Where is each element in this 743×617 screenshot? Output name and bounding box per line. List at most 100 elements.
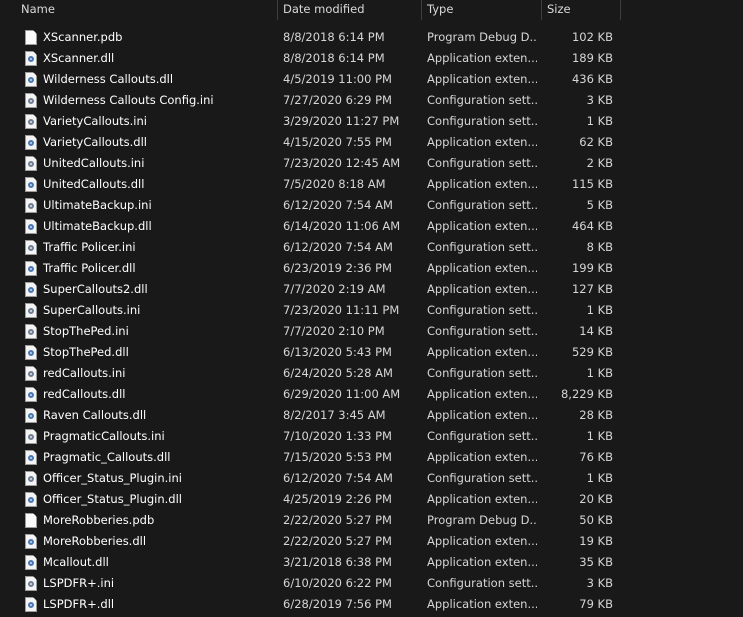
file-name: Traffic Policer.dll bbox=[43, 261, 136, 275]
file-name: MoreRobberies.dll bbox=[43, 534, 147, 548]
file-row[interactable]: MoreRobberies.dll 2/22/2020 5:27 PM Applic… bbox=[0, 531, 743, 552]
file-size: 1 KB bbox=[586, 429, 613, 443]
file-size: 76 KB bbox=[579, 450, 613, 464]
file-icon-cell bbox=[25, 342, 39, 363]
dll-file-icon bbox=[25, 534, 37, 549]
pdb-file-icon bbox=[25, 513, 37, 528]
file-row[interactable]: redCallouts.dll 6/29/2020 11:00 AM Applica… bbox=[0, 384, 743, 405]
file-size: 1 KB bbox=[586, 303, 613, 317]
file-row[interactable]: StopThePed.dll 6/13/2020 5:43 PM Applicati… bbox=[0, 342, 743, 363]
file-row[interactable]: SuperCallouts.ini 7/23/2020 11:11 PM Confi… bbox=[0, 300, 743, 321]
file-name: redCallouts.dll bbox=[43, 387, 126, 401]
file-row[interactable]: XScanner.dll 8/8/2018 6:14 PM Application … bbox=[0, 48, 743, 69]
file-row[interactable]: Wilderness Callouts Config.ini 7/27/2020 … bbox=[0, 90, 743, 111]
file-row[interactable]: SuperCallouts2.dll 7/7/2020 2:19 AM Applic… bbox=[0, 279, 743, 300]
dll-file-icon bbox=[25, 387, 37, 402]
column-header-size[interactable]: Size bbox=[541, 0, 621, 20]
file-date-modified: 6/12/2020 7:54 AM bbox=[283, 471, 393, 485]
ini-file-icon bbox=[25, 366, 37, 381]
column-resize-handle[interactable] bbox=[620, 0, 621, 20]
file-icon-cell bbox=[25, 489, 39, 510]
file-size: 50 KB bbox=[579, 513, 613, 527]
file-size: 529 KB bbox=[571, 345, 613, 359]
dll-file-icon bbox=[25, 450, 37, 465]
file-name: Wilderness Callouts Config.ini bbox=[43, 93, 214, 107]
ini-file-icon bbox=[25, 93, 37, 108]
file-size: 19 KB bbox=[579, 534, 613, 548]
file-row[interactable]: VarietyCallouts.ini 3/29/2020 11:27 PM Con… bbox=[0, 111, 743, 132]
file-row[interactable]: UltimateBackup.dll 6/14/2020 11:06 AM Appl… bbox=[0, 216, 743, 237]
dll-file-icon bbox=[25, 135, 37, 150]
dll-file-icon bbox=[25, 555, 37, 570]
file-date-modified: 6/13/2020 5:43 PM bbox=[283, 345, 392, 359]
dll-file-icon bbox=[25, 261, 37, 276]
file-size: 199 KB bbox=[571, 261, 613, 275]
file-name: PragmaticCallouts.ini bbox=[43, 429, 165, 443]
file-row[interactable]: UltimateBackup.ini 6/12/2020 7:54 AM Confi… bbox=[0, 195, 743, 216]
file-icon-cell bbox=[25, 237, 39, 258]
file-date-modified: 8/2/2017 3:45 AM bbox=[283, 408, 386, 422]
file-type: Application exten... bbox=[427, 555, 537, 569]
file-size: 2 KB bbox=[586, 156, 613, 170]
pdb-file-icon bbox=[25, 30, 37, 45]
file-name: SuperCallouts2.dll bbox=[43, 282, 148, 296]
file-date-modified: 6/10/2020 6:22 PM bbox=[283, 576, 392, 590]
file-row[interactable]: Officer_Status_Plugin.ini 6/12/2020 7:54 … bbox=[0, 468, 743, 489]
file-type: Application exten... bbox=[427, 261, 537, 275]
dll-file-icon bbox=[25, 408, 37, 423]
file-row[interactable]: Traffic Policer.dll 6/23/2019 2:36 PM Appl… bbox=[0, 258, 743, 279]
file-type: Application exten... bbox=[427, 135, 537, 149]
file-icon-cell bbox=[25, 594, 39, 615]
file-icon-cell bbox=[25, 27, 39, 48]
file-row[interactable]: Traffic Policer.ini 6/12/2020 7:54 AM Conf… bbox=[0, 237, 743, 258]
column-header-date-modified[interactable]: Date modified bbox=[277, 0, 421, 20]
file-row[interactable]: Wilderness Callouts.dll 4/5/2019 11:00 PM… bbox=[0, 69, 743, 90]
file-type: Application exten... bbox=[427, 387, 537, 401]
file-icon-cell bbox=[25, 111, 39, 132]
file-date-modified: 3/29/2020 11:27 PM bbox=[283, 114, 400, 128]
file-icon-cell bbox=[25, 132, 39, 153]
file-size: 1 KB bbox=[586, 366, 613, 380]
file-icon-cell bbox=[25, 321, 39, 342]
dll-file-icon bbox=[25, 345, 37, 360]
file-row[interactable]: LSPDFR+.ini 6/10/2020 6:22 PM Configuratio… bbox=[0, 573, 743, 594]
file-row[interactable]: UnitedCallouts.ini 7/23/2020 12:45 AM Conf… bbox=[0, 153, 743, 174]
file-icon-cell bbox=[25, 195, 39, 216]
file-date-modified: 2/22/2020 5:27 PM bbox=[283, 534, 392, 548]
file-row[interactable]: Raven Callouts.dll 8/2/2017 3:45 AM Applic… bbox=[0, 405, 743, 426]
file-row[interactable]: UnitedCallouts.dll 7/5/2020 8:18 AM Applic… bbox=[0, 174, 743, 195]
file-row[interactable]: Officer_Status_Plugin.dll 4/25/2019 2:26 … bbox=[0, 489, 743, 510]
file-row[interactable]: StopThePed.ini 7/7/2020 2:10 PM Configurat… bbox=[0, 321, 743, 342]
file-icon-cell bbox=[25, 531, 39, 552]
file-row[interactable]: VarietyCallouts.dll 4/15/2020 7:55 PM Appl… bbox=[0, 132, 743, 153]
file-date-modified: 8/8/2018 6:14 PM bbox=[283, 30, 385, 44]
file-name: Mcallout.dll bbox=[43, 555, 109, 569]
file-name: UltimateBackup.ini bbox=[43, 198, 152, 212]
file-row[interactable]: MoreRobberies.pdb 2/22/2020 5:27 PM Progra… bbox=[0, 510, 743, 531]
file-size: 28 KB bbox=[579, 408, 613, 422]
file-name: Raven Callouts.dll bbox=[43, 408, 147, 422]
file-size: 35 KB bbox=[579, 555, 613, 569]
file-name: XScanner.dll bbox=[43, 51, 115, 65]
file-row[interactable]: Pragmatic_Callouts.dll 7/15/2020 5:53 PM A… bbox=[0, 447, 743, 468]
column-header-type[interactable]: Type bbox=[421, 0, 541, 20]
file-name: UnitedCallouts.dll bbox=[43, 177, 145, 191]
file-type: Application exten... bbox=[427, 345, 537, 359]
file-size: 62 KB bbox=[579, 135, 613, 149]
file-icon-cell bbox=[25, 552, 39, 573]
column-header-name[interactable]: Name bbox=[15, 0, 277, 20]
file-row[interactable]: redCallouts.ini 6/24/2020 5:28 AM Configur… bbox=[0, 363, 743, 384]
file-icon-cell bbox=[25, 384, 39, 405]
file-type: Configuration sett... bbox=[427, 429, 537, 443]
file-row[interactable]: LSPDFR+.dll 6/28/2019 7:56 PM Application … bbox=[0, 594, 743, 615]
file-row[interactable]: Mcallout.dll 3/21/2018 6:38 PM Application… bbox=[0, 552, 743, 573]
dll-file-icon bbox=[25, 177, 37, 192]
file-size: 436 KB bbox=[571, 72, 613, 86]
file-date-modified: 4/5/2019 11:00 PM bbox=[283, 72, 392, 86]
file-date-modified: 7/5/2020 8:18 AM bbox=[283, 177, 386, 191]
file-icon-cell bbox=[25, 405, 39, 426]
ini-file-icon bbox=[25, 471, 37, 486]
file-row[interactable]: XScanner.pdb 8/8/2018 6:14 PM Program Debu… bbox=[0, 27, 743, 48]
file-row[interactable]: PragmaticCallouts.ini 7/10/2020 1:33 PM Co… bbox=[0, 426, 743, 447]
file-icon-cell bbox=[25, 426, 39, 447]
